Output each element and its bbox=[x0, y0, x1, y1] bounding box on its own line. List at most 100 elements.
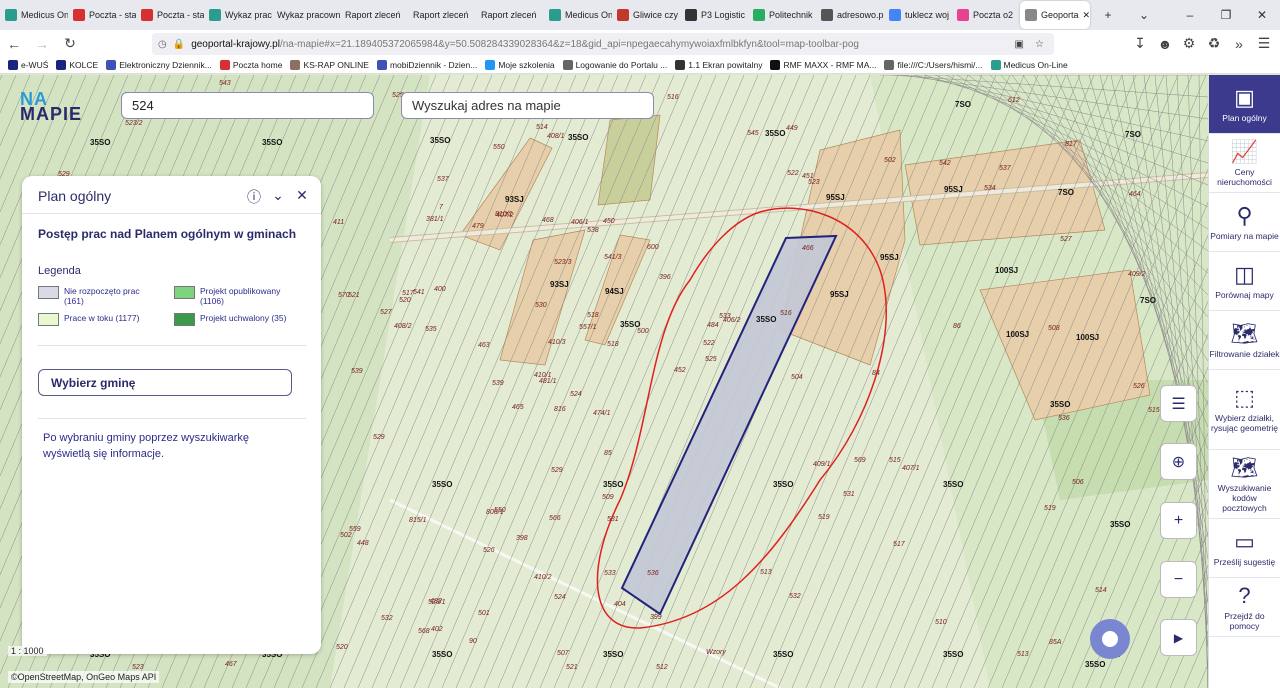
toolbar-chart[interactable]: 📈 Ceny nieruchomości bbox=[1209, 134, 1280, 193]
bookmark-item[interactable]: RMF MAXX - RMF MA... bbox=[770, 60, 876, 70]
minus-icon: − bbox=[1173, 570, 1184, 588]
close-window-icon[interactable]: ✕ bbox=[1244, 0, 1280, 30]
parcel-number: 381/1 bbox=[426, 216, 444, 223]
browser-tab[interactable]: Gliwice czy bbox=[612, 1, 680, 29]
help-circle-icon[interactable]: ⓘ bbox=[246, 187, 262, 205]
bookmark-item[interactable]: file:///C:/Users/hismi/... bbox=[884, 60, 983, 70]
medicus-icon bbox=[549, 9, 561, 21]
minimize-icon[interactable]: – bbox=[1172, 0, 1208, 30]
url-path: /na-mapie#x=21.189405372065984&y=50.5082… bbox=[279, 38, 859, 50]
app-logo[interactable]: NA MAPIE bbox=[20, 90, 82, 123]
browser-tab[interactable]: Poczta - sta bbox=[68, 1, 136, 29]
layers-button[interactable]: ☰ bbox=[1160, 385, 1197, 422]
chevron-right-icon: ▶ bbox=[1173, 630, 1184, 645]
bookmark-item[interactable]: Medicus On-Line bbox=[990, 60, 1068, 70]
bookmark-item[interactable]: Elektroniczny Dziennik... bbox=[106, 60, 212, 70]
reload-icon[interactable]: ↻ bbox=[56, 30, 84, 57]
browser-tab[interactable]: Medicus On bbox=[0, 1, 68, 29]
parcel-number: 539 bbox=[351, 368, 363, 375]
toolbar-measure[interactable]: ⚲ Pomiary na mapie bbox=[1209, 193, 1280, 252]
expand-button[interactable]: ▶ bbox=[1160, 619, 1197, 656]
toolbar-feedback[interactable]: ▭ Prześlij sugestię bbox=[1209, 519, 1280, 578]
toolbar-plan[interactable]: ▣ Plan ogólny bbox=[1209, 75, 1280, 134]
browser-tab[interactable]: Raport zleceń bbox=[476, 1, 544, 29]
gmina-select[interactable]: Wybierz gminę bbox=[38, 369, 292, 396]
panel-subtitle: Postęp prac nad Planem ogólnym w gminach bbox=[38, 227, 297, 241]
p3-icon bbox=[685, 9, 697, 21]
parcel-number: 541/3 bbox=[604, 254, 622, 261]
toolbar-compare[interactable]: ◫ Porównaj mapy bbox=[1209, 252, 1280, 311]
browser-tab[interactable]: Politechnik bbox=[748, 1, 816, 29]
address-search-input[interactable]: Wyszukaj adres na mapie bbox=[401, 92, 654, 119]
bookmark-item[interactable]: KOLCE bbox=[56, 60, 98, 70]
parcel-number: 400 bbox=[434, 286, 446, 293]
browser-tab[interactable]: P3 Logistic bbox=[680, 1, 748, 29]
zoom-out-button[interactable]: − bbox=[1160, 561, 1197, 598]
extensions-icon[interactable]: ⚙ bbox=[1175, 30, 1203, 57]
zoom-in-button[interactable]: + bbox=[1160, 502, 1197, 539]
parcel-number: 524 bbox=[570, 391, 582, 398]
parcel-number: 466 bbox=[802, 245, 814, 252]
bookmark-item[interactable]: Logowanie do Portalu ... bbox=[562, 60, 667, 70]
close-tab-icon[interactable]: ✕ bbox=[1083, 10, 1090, 21]
bookmark-item[interactable]: 1.1 Ekran powitalny bbox=[675, 60, 762, 70]
browser-tab[interactable]: Wykaz prac bbox=[204, 1, 272, 29]
parcel-number: 502 bbox=[884, 157, 896, 164]
layers-icon: ☰ bbox=[1171, 395, 1186, 413]
measure-icon: ⚲ bbox=[1236, 202, 1253, 228]
browser-tab[interactable]: Poczta - sta bbox=[136, 1, 204, 29]
browser-tab[interactable]: Raport zleceń bbox=[340, 1, 408, 29]
browser-tab[interactable]: Raport zleceń bbox=[408, 1, 476, 29]
parcel-number: 506 bbox=[1072, 479, 1084, 486]
browser-tab[interactable]: Poczta o2 bbox=[952, 1, 1020, 29]
toolbar-select-geometry[interactable]: ⬚ Wybierz działki, rysując geometrię bbox=[1209, 370, 1280, 450]
parcel-search-input[interactable]: 524 bbox=[121, 92, 374, 119]
zone-label: 35SO bbox=[432, 480, 453, 489]
tab-list-icon[interactable]: ⌄ bbox=[1126, 0, 1162, 30]
browser-tab[interactable]: tuklecz woj bbox=[884, 1, 952, 29]
map-attribution[interactable]: ©OpenStreetMap, OnGeo Maps API bbox=[8, 671, 160, 683]
bookmark-item[interactable]: Moje szkolenia bbox=[485, 60, 555, 70]
bookmark-label: file:///C:/Users/hismi/... bbox=[897, 60, 983, 70]
url-bar[interactable]: ◷ 🔒 geoportal-krajowy.pl/na-mapie#x=21.1… bbox=[152, 33, 1054, 55]
toolbar-label: Ceny nieruchomości bbox=[1217, 166, 1272, 187]
zone-label: 35SO bbox=[756, 315, 777, 324]
bookmark-item[interactable]: e-WUŚ bbox=[8, 60, 48, 70]
forward-icon[interactable]: → bbox=[28, 30, 56, 57]
restore-icon[interactable]: ❐ bbox=[1208, 0, 1244, 30]
panel-info-text: Po wybraniu gminy poprzez wyszukiwarkę w… bbox=[43, 432, 250, 460]
parcel-number: 516 bbox=[780, 310, 792, 317]
browser-tab[interactable]: adresowo.p bbox=[816, 1, 884, 29]
toolbar-help[interactable]: ? Przejdź do pomocy bbox=[1209, 578, 1280, 637]
menu-icon[interactable]: ☰ bbox=[1250, 30, 1278, 57]
back-icon[interactable]: ← bbox=[0, 30, 28, 57]
legend-item: Projekt opublikowany (1106) bbox=[174, 286, 280, 306]
chevron-down-icon[interactable]: ⌄ bbox=[270, 187, 286, 203]
more-tools-icon[interactable]: » bbox=[1225, 30, 1253, 57]
sync-icon[interactable]: ♻ bbox=[1200, 30, 1228, 57]
star-icon[interactable]: ☆ bbox=[1035, 39, 1044, 50]
parcel-number: 85 bbox=[604, 450, 612, 457]
browser-tab[interactable]: Wykaz pracown bbox=[272, 1, 340, 29]
bookmark-item[interactable]: Poczta home bbox=[219, 60, 282, 70]
parcel-number: 501 bbox=[478, 610, 490, 617]
chat-button[interactable] bbox=[1090, 619, 1130, 659]
parcel-number: 518 bbox=[607, 341, 619, 348]
browser-tab[interactable]: Geoporta ✕ bbox=[1020, 1, 1090, 29]
close-icon[interactable]: ✕ bbox=[294, 187, 310, 203]
locate-button[interactable]: ⊕ bbox=[1160, 443, 1197, 480]
zone-label: 93SJ bbox=[505, 195, 524, 204]
parcel-number: 538 bbox=[587, 227, 599, 234]
new-tab-icon[interactable]: + bbox=[1090, 0, 1126, 30]
parcel-number: 536 bbox=[647, 570, 659, 577]
toolbar-filter-map[interactable]: 🗺 Filtrowanie działek bbox=[1209, 311, 1280, 370]
parcel-number: 545 bbox=[747, 130, 759, 137]
bookmark-item[interactable]: mobiDziennik - Dzien... bbox=[376, 60, 477, 70]
browser-tab[interactable]: Medicus On bbox=[544, 1, 612, 29]
bookmark-item[interactable]: KS-RAP ONLINE bbox=[290, 60, 369, 70]
lock-icon: 🔒 bbox=[172, 38, 186, 50]
parcel-number: 568 bbox=[418, 628, 430, 635]
reader-icon[interactable]: ▣ bbox=[1015, 39, 1024, 50]
download-icon[interactable]: ↧ bbox=[1126, 30, 1154, 57]
toolbar-postal-search[interactable]: 🗺 Wyszukiwanie kodów pocztowych bbox=[1209, 450, 1280, 519]
